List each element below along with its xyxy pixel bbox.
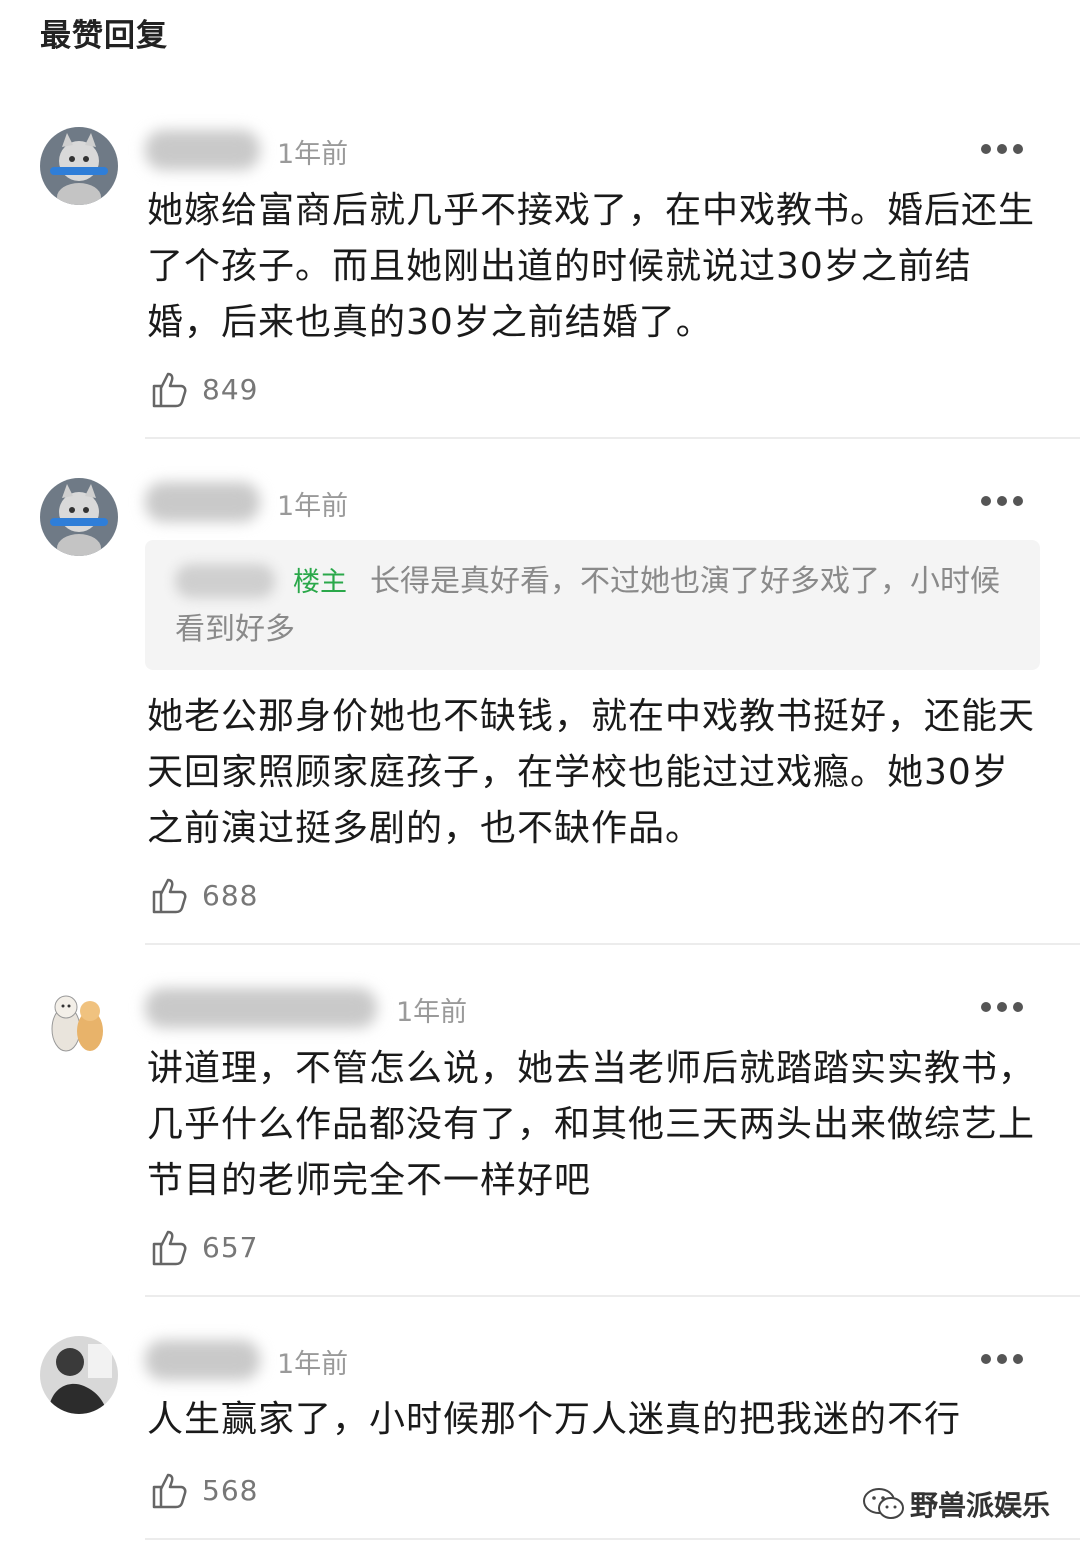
like-count: 688 — [202, 878, 259, 912]
comment-time: 1年前 — [277, 1349, 349, 1380]
avatar[interactable] — [40, 127, 118, 205]
avatar[interactable] — [40, 1336, 118, 1414]
cat-avatar-icon — [40, 127, 118, 205]
more-options-icon[interactable] — [980, 143, 1024, 155]
like-count: 568 — [202, 1473, 259, 1507]
cat-avatar-icon — [40, 478, 118, 556]
comment-time: 1年前 — [277, 139, 349, 170]
more-options-icon[interactable] — [980, 1353, 1024, 1365]
divider — [145, 943, 1080, 945]
op-badge: 楼主 — [293, 567, 347, 598]
thumbs-up-icon — [150, 1227, 190, 1267]
comment-text: 她嫁给富商后就几乎不接戏了，在中戏教书。婚后还生了个孩子。而且她刚出道的时候就说… — [147, 190, 1036, 343]
like-button[interactable]: 849 — [150, 368, 258, 410]
comment-time: 1年前 — [277, 491, 349, 522]
more-options-icon[interactable] — [980, 495, 1024, 507]
quoted-reply[interactable]: 长得是真好看，不过她也演了好多戏了，小时候看到好多 楼主 — [145, 540, 1040, 670]
cartoon-cats-avatar-icon — [40, 985, 118, 1063]
like-count: 849 — [202, 372, 259, 406]
comment-text: 她老公那身价她也不缺钱，就在中戏教书挺好，还能天天回家照顾家庭孩子，在学校也能过… — [147, 696, 1036, 849]
comment-time: 1年前 — [396, 997, 468, 1028]
thumbs-up-icon — [150, 875, 190, 915]
thumbs-up-icon — [150, 1470, 190, 1510]
username-blurred[interactable] — [145, 988, 377, 1028]
username-blurred[interactable] — [145, 482, 260, 522]
photo-avatar-icon — [40, 1336, 118, 1414]
watermark: 野兽派娱乐 — [862, 1484, 1050, 1524]
section-title: 最赞回复 — [40, 18, 168, 54]
username-blurred[interactable] — [145, 1340, 260, 1380]
like-button[interactable]: 568 — [150, 1469, 258, 1511]
divider — [145, 1538, 1080, 1540]
more-options-icon[interactable] — [980, 1001, 1024, 1013]
like-button[interactable]: 657 — [150, 1226, 258, 1268]
watermark-text: 野兽派娱乐 — [910, 1489, 1051, 1522]
like-button[interactable]: 688 — [150, 874, 258, 916]
like-count: 657 — [202, 1230, 259, 1264]
wechat-icon — [862, 1486, 906, 1522]
comment-text: 人生赢家了，小时候那个万人迷真的把我迷的不行 — [147, 1399, 962, 1440]
avatar[interactable] — [40, 985, 118, 1063]
username-blurred[interactable] — [145, 130, 260, 170]
divider — [145, 1295, 1080, 1297]
avatar[interactable] — [40, 478, 118, 556]
comment-text: 讲道理，不管怎么说，她去当老师后就踏踏实实教书，几乎什么作品都没有了，和其他三天… — [147, 1048, 1036, 1201]
thumbs-up-icon — [150, 369, 190, 409]
divider — [145, 437, 1080, 439]
